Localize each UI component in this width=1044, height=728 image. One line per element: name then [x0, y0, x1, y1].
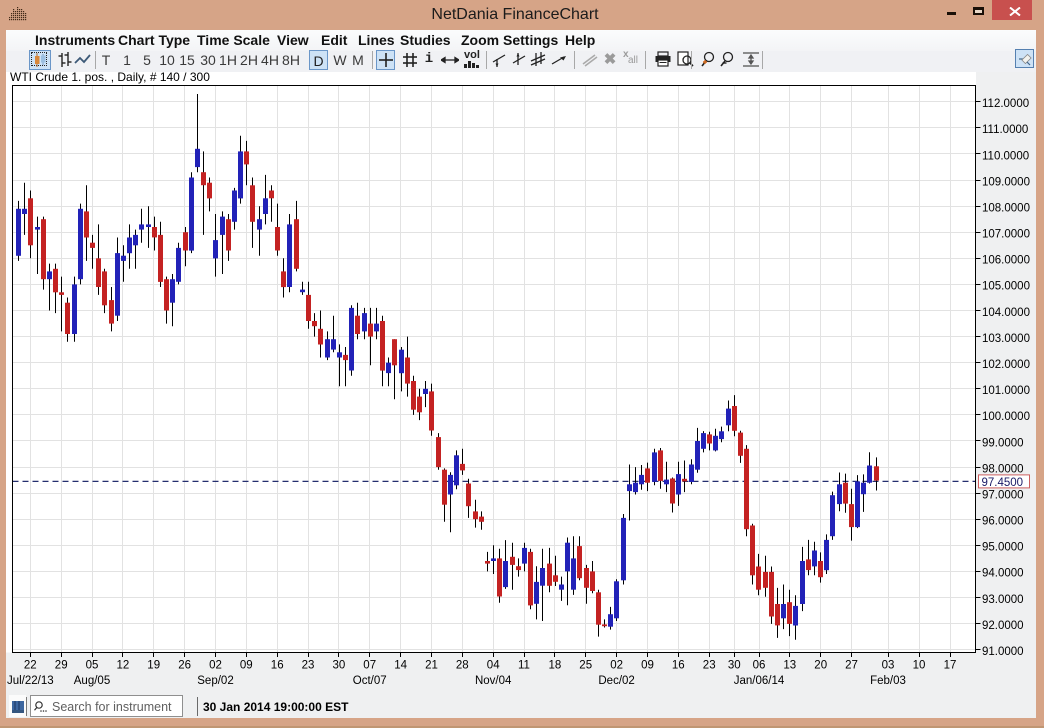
- svg-text:19: 19: [147, 660, 160, 672]
- svg-text:92.0000: 92.0000: [982, 620, 1024, 632]
- svg-text:Jan/06/14: Jan/06/14: [734, 675, 785, 687]
- svg-text:105.0000: 105.0000: [982, 281, 1030, 293]
- svg-text:29: 29: [55, 660, 68, 672]
- svg-text:11: 11: [518, 660, 530, 672]
- svg-text:Dec/02: Dec/02: [598, 675, 634, 687]
- svg-text:28: 28: [456, 660, 469, 672]
- svg-text:18: 18: [549, 660, 562, 672]
- svg-text:101.0000: 101.0000: [982, 385, 1030, 397]
- svg-text:02: 02: [610, 660, 623, 672]
- svg-text:100.0000: 100.0000: [982, 411, 1030, 423]
- svg-text:Nov/04: Nov/04: [475, 675, 512, 687]
- svg-text:95.0000: 95.0000: [982, 542, 1024, 554]
- svg-text:03: 03: [882, 660, 895, 672]
- svg-text:20: 20: [814, 660, 827, 672]
- svg-text:93.0000: 93.0000: [982, 594, 1024, 606]
- svg-text:23: 23: [703, 660, 716, 672]
- svg-text:104.0000: 104.0000: [982, 307, 1030, 319]
- svg-text:13: 13: [783, 660, 796, 672]
- svg-text:112.0000: 112.0000: [982, 98, 1029, 110]
- svg-text:10: 10: [913, 660, 926, 672]
- svg-text:Oct/07: Oct/07: [353, 675, 387, 687]
- svg-text:02: 02: [209, 660, 222, 672]
- svg-text:06: 06: [753, 660, 766, 672]
- svg-text:Aug/05: Aug/05: [74, 675, 110, 687]
- svg-text:26: 26: [178, 660, 191, 672]
- svg-text:96.0000: 96.0000: [982, 516, 1024, 528]
- svg-text:30: 30: [333, 660, 346, 672]
- svg-text:05: 05: [86, 660, 99, 672]
- svg-text:102.0000: 102.0000: [982, 359, 1030, 371]
- svg-text:109.0000: 109.0000: [982, 176, 1030, 188]
- svg-text:98.0000: 98.0000: [982, 463, 1024, 475]
- svg-text:09: 09: [240, 660, 253, 672]
- svg-text:23: 23: [302, 660, 315, 672]
- svg-text:108.0000: 108.0000: [982, 203, 1030, 215]
- svg-text:21: 21: [425, 660, 438, 672]
- svg-text:17: 17: [944, 660, 957, 672]
- svg-text:94.0000: 94.0000: [982, 568, 1024, 580]
- svg-text:14: 14: [394, 660, 407, 672]
- svg-text:111.0000: 111.0000: [982, 124, 1028, 136]
- svg-text:Feb/03: Feb/03: [870, 675, 906, 687]
- svg-text:97.0000: 97.0000: [982, 490, 1024, 502]
- svg-text:91.0000: 91.0000: [982, 646, 1024, 658]
- svg-text:16: 16: [271, 660, 284, 672]
- svg-text:Jul/22/13: Jul/22/13: [7, 675, 54, 687]
- svg-text:30: 30: [728, 660, 741, 672]
- svg-text:110.0000: 110.0000: [982, 150, 1029, 162]
- svg-text:106.0000: 106.0000: [982, 255, 1030, 267]
- svg-text:107.0000: 107.0000: [982, 229, 1030, 241]
- svg-text:Sep/02: Sep/02: [197, 675, 233, 687]
- svg-text:27: 27: [845, 660, 858, 672]
- svg-text:99.0000: 99.0000: [982, 437, 1024, 449]
- svg-text:07: 07: [363, 660, 376, 672]
- svg-text:97.4500: 97.4500: [982, 477, 1024, 489]
- svg-text:12: 12: [117, 660, 130, 672]
- svg-text:25: 25: [579, 660, 592, 672]
- svg-text:04: 04: [487, 660, 500, 672]
- svg-text:09: 09: [641, 660, 654, 672]
- svg-text:22: 22: [24, 660, 37, 672]
- svg-text:16: 16: [672, 660, 685, 672]
- svg-text:103.0000: 103.0000: [982, 333, 1030, 345]
